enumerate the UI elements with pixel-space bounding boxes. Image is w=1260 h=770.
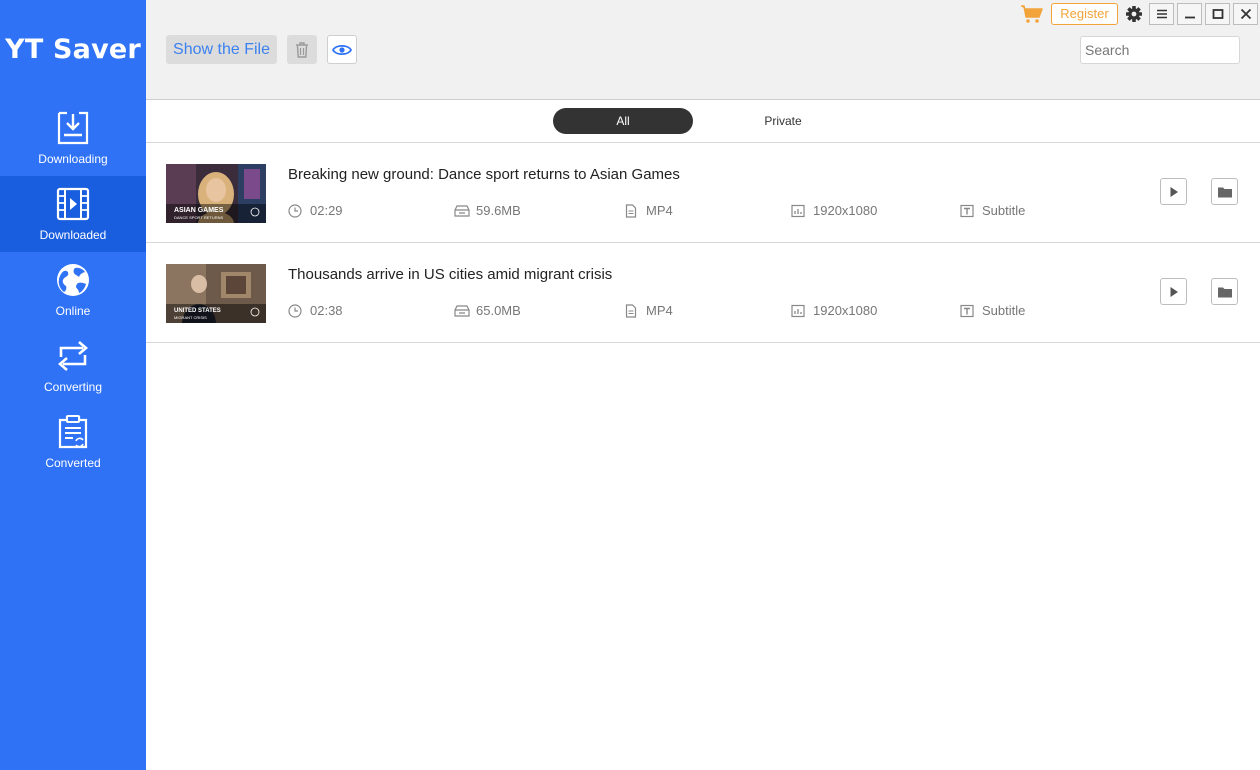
sidebar-item-label: Converted [45,456,101,470]
format-value: MP4 [646,203,673,218]
thumbnail-caption-subtitle: MIGRANT CRISIS [174,315,207,320]
tab-private[interactable]: Private [713,108,853,134]
subtitle-value: Subtitle [982,203,1026,218]
file-size-value: 59.6MB [476,203,521,218]
globe-icon [57,264,89,296]
clock-icon [288,304,302,318]
sidebar-item-label: Converting [43,380,103,394]
film-icon [56,187,90,221]
file-icon [625,204,637,218]
trash-icon [296,41,308,58]
thumbnail-caption-subtitle: DANCE SPORT RETURNS [174,215,224,220]
video-thumbnail: ASIAN GAMES DANCE SPORT RETURNS [166,164,266,223]
menu-icon [1156,9,1167,19]
resolution-icon [791,304,805,318]
resolution-icon [791,204,805,218]
sidebar-item-downloading[interactable]: Downloading [0,100,146,176]
resolution-value: 1920x1080 [813,203,878,218]
storage-icon [454,205,470,217]
file-icon [625,304,637,318]
file-size-value: 65.0MB [476,303,521,318]
subtitle-icon [960,204,974,218]
open-folder-button[interactable] [1211,278,1238,305]
filter-bar: All Private [146,101,1260,143]
folder-icon [1217,287,1232,297]
format-value: MP4 [646,303,673,318]
duration-value: 02:29 [310,203,343,218]
toolbar: Show the File Register [146,0,1260,100]
play-button[interactable] [1160,178,1187,205]
thumbnail-image: UNITED STATES MIGRANT CRISIS [166,264,266,323]
minimize-icon [1184,16,1195,19]
sidebar-item-online[interactable]: Online [0,252,146,328]
sidebar-item-label: Downloading [38,152,108,166]
open-folder-button[interactable] [1211,178,1238,205]
close-icon [1240,8,1251,20]
eye-icon [332,44,352,55]
sidebar-item-downloaded[interactable]: Downloaded [0,176,146,252]
folder-icon [1217,187,1232,197]
play-icon [1170,286,1178,297]
subtitle-value: Subtitle [982,303,1026,318]
search-input[interactable] [1080,36,1240,64]
play-button[interactable] [1160,278,1187,305]
gear-icon [1126,6,1142,22]
play-icon [1170,186,1178,197]
thumbnail-caption-title: ASIAN GAMES [174,207,224,214]
show-the-file-button[interactable]: Show the File [166,35,277,64]
delete-button[interactable] [287,35,317,64]
preview-button[interactable] [327,35,357,64]
settings-button[interactable] [1123,3,1145,25]
video-thumbnail: UNITED STATES MIGRANT CRISIS [166,264,266,323]
sidebar-item-label: Downloaded [39,228,107,242]
app-title: YT Saver [5,34,141,65]
convert-arrows-icon [58,341,88,371]
register-button[interactable]: Register [1051,3,1118,25]
video-title: Breaking new ground: Dance sport returns… [288,166,680,183]
resolution-value: 1920x1080 [813,303,878,318]
video-list-item[interactable]: ASIAN GAMES DANCE SPORT RETURNS Breaking… [146,143,1260,243]
sidebar: YT Saver Downloading Downloaded Online C… [0,0,146,770]
duration-value: 02:38 [310,303,343,318]
sidebar-item-converted[interactable]: Converted [0,404,146,480]
minimize-button[interactable] [1177,3,1202,25]
sidebar-item-label: Online [55,304,91,318]
maximize-button[interactable] [1205,3,1230,25]
tab-all[interactable]: All [553,108,693,134]
storage-icon [454,305,470,317]
converted-document-icon [58,415,88,449]
clock-icon [288,204,302,218]
thumbnail-image: ASIAN GAMES DANCE SPORT RETURNS [166,164,266,223]
video-list-item[interactable]: UNITED STATES MIGRANT CRISIS Thousands a… [146,243,1260,343]
download-tray-icon [57,111,89,145]
video-title: Thousands arrive in US cities amid migra… [288,266,613,283]
maximize-icon [1212,9,1223,19]
subtitle-icon [960,304,974,318]
cart-icon[interactable] [1020,4,1044,24]
thumbnail-caption-title: UNITED STATES [174,308,221,314]
menu-button[interactable] [1149,3,1174,25]
close-button[interactable] [1233,3,1258,25]
sidebar-item-converting[interactable]: Converting [0,328,146,404]
